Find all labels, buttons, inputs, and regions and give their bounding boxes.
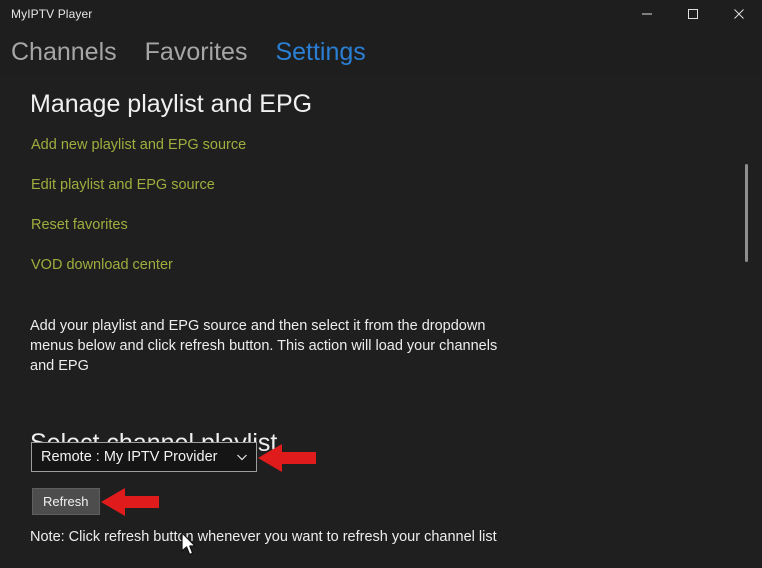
tab-settings[interactable]: Settings (275, 36, 365, 68)
maximize-icon (687, 8, 699, 20)
link-reset-favorites[interactable]: Reset favorites (31, 217, 128, 233)
chevron-down-icon (234, 449, 250, 465)
annotation-arrow-refresh (101, 486, 161, 523)
tab-favorites[interactable]: Favorites (145, 36, 248, 68)
settings-panel: Manage playlist and EPG Add new playlist… (0, 74, 762, 568)
tab-channels[interactable]: Channels (11, 36, 117, 68)
minimize-button[interactable] (624, 0, 670, 28)
scrollbar-thumb[interactable] (745, 164, 748, 262)
manage-playlist-heading: Manage playlist and EPG (30, 90, 313, 118)
main-tab-bar: Channels Favorites Settings (0, 30, 762, 74)
link-vod-download-center[interactable]: VOD download center (31, 257, 173, 273)
link-edit-playlist[interactable]: Edit playlist and EPG source (31, 177, 215, 193)
refresh-button[interactable]: Refresh (32, 488, 100, 515)
close-button[interactable] (716, 0, 762, 28)
refresh-note: Note: Click refresh button whenever you … (30, 529, 497, 545)
window-controls (624, 0, 762, 28)
maximize-button[interactable] (670, 0, 716, 28)
close-icon (733, 8, 745, 20)
vertical-scrollbar[interactable] (742, 150, 748, 568)
link-add-new-playlist[interactable]: Add new playlist and EPG source (31, 137, 246, 153)
app-title: MyIPTV Player (11, 7, 93, 21)
settings-description: Add your playlist and EPG source and the… (30, 318, 498, 374)
playlist-dropdown-value: Remote : My IPTV Provider (41, 449, 218, 465)
title-bar: MyIPTV Player (0, 0, 762, 28)
minimize-icon (641, 8, 653, 20)
playlist-dropdown[interactable]: Remote : My IPTV Provider (31, 442, 257, 472)
